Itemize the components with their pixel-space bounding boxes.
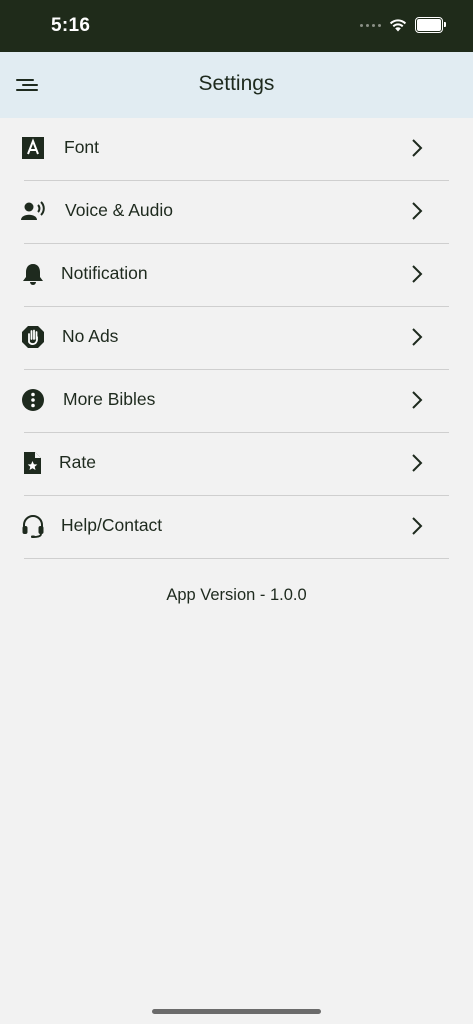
wifi-icon (389, 19, 407, 32)
settings-item-label: Help/Contact (61, 515, 163, 535)
chevron-right-icon (412, 139, 423, 157)
app-version-label: App Version - 1.0.0 (166, 586, 307, 604)
status-bar: 5:16 (0, 0, 473, 52)
divider (24, 557, 449, 559)
settings-list: Font Voice & Audio Notification No Ads M… (0, 118, 473, 559)
hand-stop-icon (22, 326, 44, 348)
battery-icon (415, 17, 446, 33)
settings-item-label: Rate (59, 452, 96, 472)
settings-item-label: Font (64, 137, 100, 157)
settings-item-rate[interactable]: Rate (0, 433, 473, 496)
settings-item-voice-audio[interactable]: Voice & Audio (0, 181, 473, 244)
chevron-right-icon (412, 265, 423, 283)
settings-item-notification[interactable]: Notification (0, 244, 473, 307)
chevron-right-icon (412, 202, 423, 220)
chevron-right-icon (412, 391, 423, 409)
settings-item-more-bibles[interactable]: More Bibles (0, 370, 473, 433)
settings-item-label: Notification (61, 263, 148, 283)
chevron-right-icon (412, 517, 423, 535)
settings-item-no-ads[interactable]: No Ads (0, 307, 473, 370)
settings-item-label: More Bibles (63, 389, 156, 409)
info-dots-icon (22, 389, 44, 411)
home-indicator[interactable] (152, 1009, 321, 1014)
chevron-right-icon (412, 454, 423, 472)
star-file-icon (24, 452, 41, 474)
settings-item-label: No Ads (62, 326, 119, 346)
page-title: Settings (198, 72, 275, 95)
bell-icon (23, 264, 43, 285)
cellular-signal-icon (360, 23, 381, 27)
font-icon (22, 137, 44, 159)
settings-item-help-contact[interactable]: Help/Contact (0, 496, 473, 559)
status-time: 5:16 (51, 15, 91, 36)
status-icons (360, 17, 446, 33)
voice-audio-icon (21, 201, 45, 220)
chevron-right-icon (412, 328, 423, 346)
headset-icon (22, 515, 44, 538)
settings-item-font[interactable]: Font (0, 118, 473, 181)
settings-item-label: Voice & Audio (65, 200, 173, 220)
header: Settings (0, 52, 473, 118)
